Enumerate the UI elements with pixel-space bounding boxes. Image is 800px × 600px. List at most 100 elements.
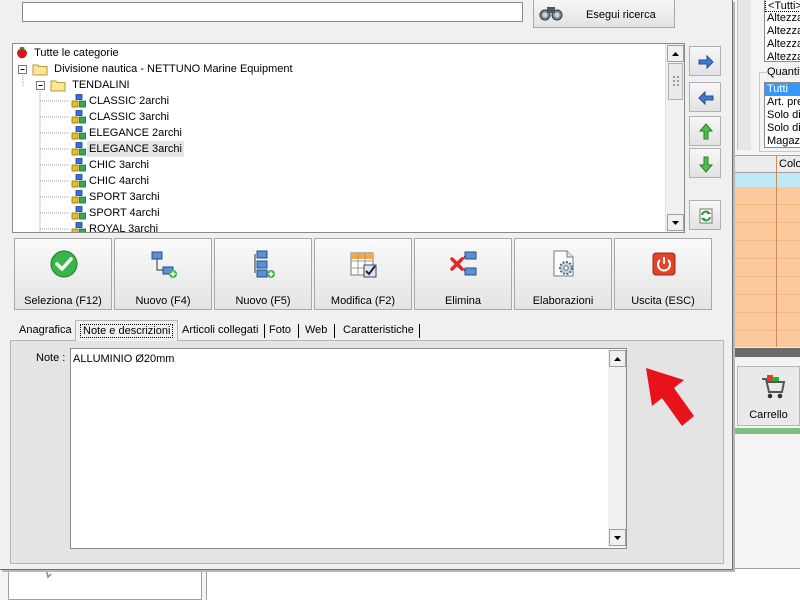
tree-item[interactable]: CHIC 3archi <box>71 157 151 173</box>
grid-rows[interactable] <box>735 187 800 347</box>
binoculars-icon <box>539 7 563 21</box>
quantity-list-item[interactable]: Art. pre <box>765 96 800 109</box>
filter-list-item[interactable]: Altezza <box>765 51 800 61</box>
tree-item[interactable]: SPORT 4archi <box>71 205 162 221</box>
tree-node-label: Divisione nautica - NETTUNO Marine Equip… <box>54 63 293 75</box>
quantity-list-item[interactable]: Solo dis <box>765 122 800 135</box>
arrow-down-icon <box>614 536 621 540</box>
tab-web[interactable]: Web <box>301 320 331 340</box>
collapse-icon[interactable] <box>35 78 47 92</box>
tree-item-label: CLASSIC 2archi <box>89 95 170 107</box>
power-icon <box>652 252 676 276</box>
search-button[interactable]: Esegui ricerca <box>533 0 675 28</box>
grid-column-divider <box>776 155 777 347</box>
checkmark-icon <box>50 250 78 278</box>
scroll-up-button[interactable] <box>609 350 626 367</box>
tab-separator <box>298 324 299 338</box>
move-down-button[interactable] <box>689 148 721 178</box>
processing-button[interactable]: Elaborazioni <box>514 238 612 310</box>
cart-icon <box>762 375 786 399</box>
tree-node-folder[interactable]: TENDALINI <box>35 77 132 93</box>
filter-list-item[interactable]: <Tutti> <box>765 0 800 12</box>
tab-anagrafica[interactable]: Anagrafica <box>15 320 76 340</box>
notes-text: ALLUMINIO Ø20mm <box>73 353 175 365</box>
grid-row-highlighted[interactable] <box>735 173 800 187</box>
bottom-right-panel <box>206 568 800 600</box>
scroll-down-button[interactable] <box>667 214 684 231</box>
quantity-frame-label: Quantit <box>766 66 800 78</box>
bottom-left-panel <box>8 568 202 600</box>
exit-button[interactable]: Uscita (ESC) <box>614 238 712 310</box>
product-cubes-icon <box>71 94 86 108</box>
scroll-down-button[interactable] <box>609 529 626 546</box>
tab-features[interactable]: Caratteristiche <box>339 320 418 340</box>
tree-item[interactable]: ELEGANCE 3archi <box>71 141 184 157</box>
arrow-up-icon <box>672 52 679 56</box>
move-up-button[interactable] <box>689 116 721 146</box>
background-scrollbar[interactable] <box>737 0 751 150</box>
tree-item[interactable]: ROYAL 3archi <box>71 221 160 232</box>
move-left-button[interactable] <box>689 82 721 112</box>
edit-button[interactable]: Modifica (F2) <box>314 238 412 310</box>
article-dialog: Esegui ricerca Tutte le categorie Divisi… <box>0 0 733 570</box>
category-tree[interactable]: Tutte le categorie Divisione nautica - N… <box>12 43 685 233</box>
delete-button[interactable]: Elimina <box>414 238 512 310</box>
tree-item-label: CHIC 4archi <box>89 175 149 187</box>
status-strip <box>735 428 800 434</box>
tree-item[interactable]: CLASSIC 2archi <box>71 93 171 109</box>
new-f5-button[interactable]: Nuovo (F5) <box>214 238 312 310</box>
refresh-button[interactable] <box>689 200 721 230</box>
tab-label: Caratteristiche <box>343 324 414 336</box>
tree-item[interactable]: SPORT 3archi <box>71 189 162 205</box>
filter-list-item[interactable]: Altezza <box>765 12 800 25</box>
filter-list[interactable]: <Tutti> Altezza Altezza Altezza Altezza <box>764 0 800 62</box>
tree-item-label: SPORT 3archi <box>89 191 160 203</box>
tree-node-division[interactable]: Divisione nautica - NETTUNO Marine Equip… <box>17 61 295 77</box>
filter-list-item[interactable]: Altezza <box>765 38 800 51</box>
notes-scrollbar[interactable] <box>608 350 626 547</box>
tree-item[interactable]: CHIC 4archi <box>71 173 151 189</box>
tree-item[interactable]: ELEGANCE 2archi <box>71 125 184 141</box>
product-cubes-icon <box>71 126 86 140</box>
arrow-up-icon <box>614 357 621 361</box>
cursor-icon <box>45 569 52 579</box>
tree-item-label: CLASSIC 3archi <box>89 111 170 123</box>
cart-button[interactable]: Carrello <box>737 366 800 426</box>
collapse-icon[interactable] <box>17 62 29 76</box>
edit-table-icon <box>350 252 377 278</box>
quantity-list-item[interactable]: Tutti <box>765 83 800 96</box>
tree-root[interactable]: Tutte le categorie <box>15 45 121 61</box>
tree-item-label: CHIC 3archi <box>89 159 149 171</box>
arrow-down-icon <box>672 221 679 225</box>
delete-node-icon <box>450 251 477 276</box>
move-right-button[interactable] <box>689 46 721 76</box>
new-f4-button[interactable]: Nuovo (F4) <box>114 238 212 310</box>
quantity-list-item[interactable]: Magazz <box>765 135 800 147</box>
tab-separator <box>334 324 335 338</box>
arrow-left-icon <box>698 90 714 106</box>
tab-linked-articles[interactable]: Articoli collegati <box>178 320 262 340</box>
select-button-label: Seleziona (F12) <box>24 295 102 307</box>
exit-button-label: Uscita (ESC) <box>631 295 695 307</box>
product-cubes-icon <box>71 190 86 204</box>
tree-node-label: TENDALINI <box>72 79 130 91</box>
tree-scrollbar[interactable] <box>665 44 684 232</box>
filter-list-item[interactable]: Altezza <box>765 25 800 38</box>
notes-textarea[interactable]: ALLUMINIO Ø20mm <box>70 348 627 549</box>
tab-notes[interactable]: Note e descrizioni <box>75 320 179 341</box>
annotation-arrow-icon <box>646 368 694 426</box>
quantity-list-item[interactable]: Solo dis <box>765 109 800 122</box>
tree-item[interactable]: CLASSIC 3archi <box>71 109 171 125</box>
product-cubes-icon <box>71 142 86 156</box>
product-cubes-icon <box>71 110 86 124</box>
splitter-bar[interactable] <box>735 348 800 357</box>
scroll-thumb[interactable] <box>668 63 683 100</box>
delete-button-label: Elimina <box>444 295 482 307</box>
search-input[interactable] <box>22 2 523 22</box>
notes-label: Note : <box>36 352 66 364</box>
scroll-up-button[interactable] <box>667 45 684 62</box>
folder-icon <box>50 80 66 92</box>
tab-photo[interactable]: Foto <box>265 320 295 340</box>
quantity-list[interactable]: Tutti Art. pre Solo dis Solo dis Magazz <box>764 82 800 148</box>
select-button[interactable]: Seleziona (F12) <box>14 238 112 310</box>
